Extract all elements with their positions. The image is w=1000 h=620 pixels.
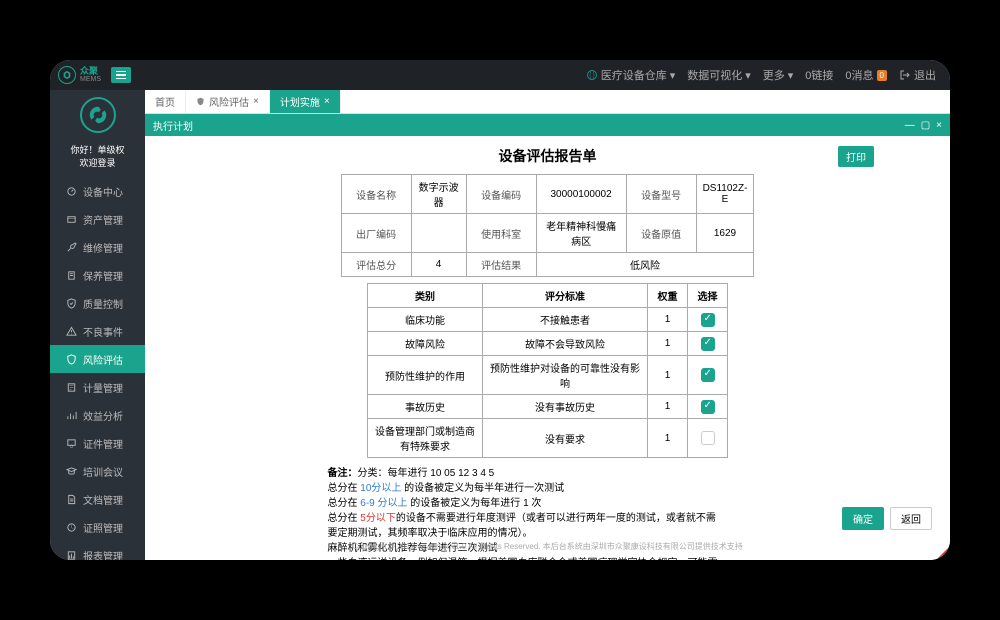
dashboard-icon (66, 186, 77, 197)
quality-icon (66, 298, 77, 309)
sidebar-item-0[interactable]: 设备中心 (50, 177, 145, 205)
checkbox[interactable] (701, 368, 715, 382)
topnav-logout[interactable]: 退出 (899, 67, 936, 83)
sidebar-item-label: 报表管理 (83, 548, 123, 560)
sidebar-item-label: 培训会议 (83, 464, 123, 479)
tab-plan[interactable]: 计划实施× (270, 90, 341, 113)
chevron-down-icon: ▾ (670, 69, 676, 82)
logo-small (58, 66, 76, 84)
plan-icon (66, 382, 77, 393)
chevron-down-icon: ▾ (788, 69, 794, 82)
sidebar-item-label: 质量控制 (83, 296, 123, 311)
sidebar-item-3[interactable]: 保养管理 (50, 261, 145, 289)
asset-icon (66, 214, 77, 225)
sidebar-item-4[interactable]: 质量控制 (50, 289, 145, 317)
sidebar-item-5[interactable]: 不良事件 (50, 317, 145, 345)
report-info-table: 设备名称 数字示波器 设备编码 30000100002 设备型号 DS1102Z… (341, 174, 755, 277)
back-button[interactable]: 返回 (890, 507, 932, 530)
maint-icon (66, 270, 77, 281)
criteria-row: 临床功能不接触患者1 (368, 308, 728, 332)
benefit-icon (66, 410, 77, 421)
sidebar-item-10[interactable]: 培训会议 (50, 457, 145, 485)
close-icon[interactable]: × (324, 96, 330, 107)
maximize-icon[interactable]: ▢ (921, 120, 930, 131)
panel-title: 执行计划 (153, 118, 193, 133)
shield-icon (196, 97, 205, 106)
msg-badge: 0 (877, 70, 887, 81)
criteria-row: 设备管理部门或制造商有特殊要求没有要求1 (368, 419, 728, 458)
topbar: 众聚 MEMS 医疗设备仓库▾ 数据可视化▾ 更多▾ 0链接 0消息0 退出 (50, 60, 950, 90)
sidebar-item-11[interactable]: 文档管理 (50, 485, 145, 513)
report-title: 设备评估报告单 (499, 146, 597, 166)
print-button[interactable]: 打印 (838, 146, 874, 167)
sidebar-item-1[interactable]: 资产管理 (50, 205, 145, 233)
logout-icon (899, 69, 911, 81)
sidebar-item-label: 保养管理 (83, 268, 123, 283)
confirm-button[interactable]: 确定 (842, 507, 884, 530)
criteria-row: 预防性维护的作用预防性维护对设备的可靠性没有影响1 (368, 356, 728, 395)
wrench-icon (66, 242, 77, 253)
checkbox[interactable] (701, 313, 715, 327)
sidebar-item-13[interactable]: 报表管理 (50, 541, 145, 560)
sidebar-item-label: 资产管理 (83, 212, 123, 227)
sidebar-item-label: 证件管理 (83, 436, 123, 451)
shield-icon (66, 354, 77, 365)
measure-icon (66, 522, 77, 533)
sidebar: 你好！单级权 欢迎登录 设备中心资产管理维修管理保养管理质量控制不良事件风险评估… (50, 90, 145, 560)
checkbox[interactable] (701, 400, 715, 414)
adverse-icon (66, 326, 77, 337)
topnav-outbound[interactable]: 0链接 (805, 67, 833, 83)
topnav-warehouse[interactable]: 医疗设备仓库▾ (586, 67, 676, 83)
sidebar-item-label: 计量管理 (83, 380, 123, 395)
tabs: 首页 风险评估× 计划实施× (145, 90, 950, 114)
sidebar-greeting: 你好！单级权 欢迎登录 (50, 140, 145, 177)
close-icon[interactable]: × (253, 96, 259, 107)
brand: 众聚 MEMS (80, 67, 101, 83)
tab-home[interactable]: 首页 (145, 90, 186, 113)
sidebar-item-8[interactable]: 效益分析 (50, 401, 145, 429)
topnav-msg[interactable]: 0消息0 (845, 67, 887, 83)
criteria-row: 事故历史没有事故历史1 (368, 395, 728, 419)
checkbox[interactable] (701, 337, 715, 351)
sidebar-logo (50, 90, 145, 140)
footer: Copyright © 2017-wsadmin v1.0 All Rights… (145, 541, 950, 552)
criteria-row: 故障风险故障不会导致风险1 (368, 332, 728, 356)
sidebar-item-label: 效益分析 (83, 408, 123, 423)
sidebar-nav: 设备中心资产管理维修管理保养管理质量控制不良事件风险评估计量管理效益分析证件管理… (50, 177, 145, 560)
sidebar-item-7[interactable]: 计量管理 (50, 373, 145, 401)
menu-toggle[interactable] (111, 67, 131, 83)
minimize-icon[interactable]: — (905, 120, 915, 131)
sidebar-item-9[interactable]: 证件管理 (50, 429, 145, 457)
close-icon[interactable]: × (936, 120, 942, 131)
panel-header: 执行计划 — ▢ × (145, 114, 950, 136)
sidebar-item-12[interactable]: 证照管理 (50, 513, 145, 541)
sidebar-item-2[interactable]: 维修管理 (50, 233, 145, 261)
train-icon (66, 466, 77, 477)
report-icon (66, 550, 77, 560)
sidebar-item-label: 证照管理 (83, 520, 123, 535)
sidebar-item-label: 不良事件 (83, 324, 123, 339)
sidebar-item-label: 设备中心 (83, 184, 123, 199)
contract-icon (66, 494, 77, 505)
topnav-more[interactable]: 更多▾ (763, 67, 794, 83)
brand-name: 众聚 (80, 67, 101, 76)
criteria-table: 类别 评分标准 权重 选择 临床功能不接触患者1故障风险故障不会导致风险1预防性… (367, 283, 728, 458)
sidebar-item-6[interactable]: 风险评估 (50, 345, 145, 373)
sidebar-item-label: 维修管理 (83, 240, 123, 255)
cert-icon (66, 438, 77, 449)
brand-sub: MEMS (80, 76, 101, 83)
sidebar-item-label: 文档管理 (83, 492, 123, 507)
resize-corner[interactable] (936, 546, 950, 560)
globe-icon (586, 69, 598, 81)
checkbox[interactable] (701, 431, 715, 445)
sidebar-item-label: 风险评估 (83, 352, 123, 367)
topnav-visual[interactable]: 数据可视化▾ (687, 67, 751, 83)
tab-risk[interactable]: 风险评估× (186, 90, 270, 113)
chevron-down-icon: ▾ (745, 69, 751, 82)
panel-body: 设备评估报告单 打印 设备名称 数字示波器 设备编码 30000100002 设… (145, 136, 950, 560)
